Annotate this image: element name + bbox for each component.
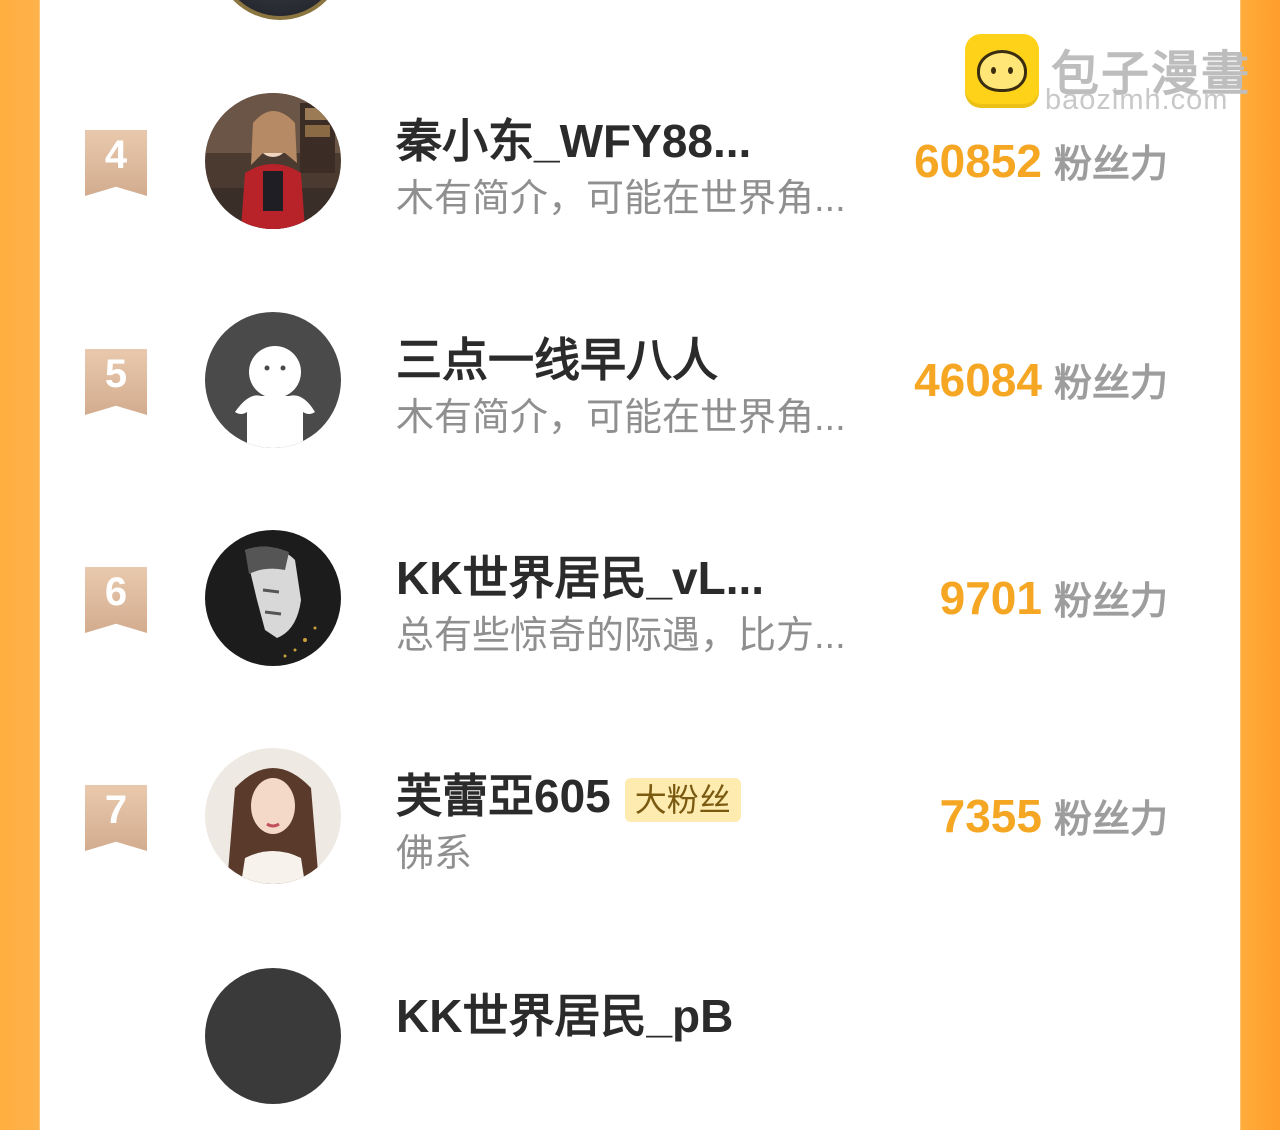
user-bio: 佛系 <box>396 833 473 875</box>
avatar-image <box>205 748 341 884</box>
fan-power-label: 粉丝力 <box>1053 144 1168 186</box>
fan-power: 60852 粉丝力 <box>914 133 1168 188</box>
fan-power-value: 7355 <box>939 790 1042 842</box>
user-name: 芙蕾亞605 大粉丝 <box>396 760 741 826</box>
default-avatar-icon <box>205 312 341 448</box>
avatar-image <box>205 530 341 666</box>
fan-power-value: 46084 <box>914 354 1042 406</box>
user-bio: 木有简介，可能在世界角... <box>396 397 846 439</box>
avatar[interactable] <box>205 748 341 884</box>
fan-power: 7355 粉丝力 <box>940 788 1168 843</box>
fan-power-value: 9701 <box>939 572 1042 624</box>
avatar[interactable] <box>205 93 341 229</box>
user-bio: 木有简介，可能在世界角... <box>396 178 846 220</box>
user-name: 秦小东_WFY88... <box>396 115 752 167</box>
rank-badge: 6 <box>85 567 147 633</box>
fan-power-label: 粉丝力 <box>1053 363 1168 405</box>
user-bio: 总有些惊奇的际遇，比方... <box>396 615 846 657</box>
avatar[interactable] <box>205 530 341 666</box>
fan-power: 46084 粉丝力 <box>914 352 1168 407</box>
rank-badge: 5 <box>85 349 147 415</box>
fan-power-label: 粉丝力 <box>1053 581 1168 623</box>
user-name: KK世界居民_pB <box>396 990 734 1042</box>
avatar[interactable] <box>205 968 341 1104</box>
avatar-image <box>205 93 341 229</box>
avatar[interactable] <box>205 312 341 448</box>
big-fan-badge: 大粉丝 <box>624 777 741 822</box>
user-name: KK世界居民_vL... <box>396 552 765 604</box>
user-name-text: 芙蕾亞605 <box>396 770 611 822</box>
rank-badge: 7 <box>85 785 147 851</box>
fan-power: 9701 粉丝力 <box>940 570 1168 625</box>
user-name: 三点一线早八人 <box>396 334 718 386</box>
list-item[interactable]: 5 三点一线早八人 木有简介，可能在世界角... 46084 粉丝力 <box>0 294 1280 474</box>
fan-power-label: 粉丝力 <box>1053 799 1168 841</box>
rank-badge: 4 <box>85 130 147 196</box>
list-item[interactable]: KK世界居民_pB <box>0 950 1280 1130</box>
list-item[interactable]: 4 秦小东_WFY88... 木有简介，可能在世界角... 60852 粉丝力 <box>0 75 1280 255</box>
fan-power-value: 60852 <box>914 135 1042 187</box>
list-item[interactable]: 7 芙蕾亞605 大粉丝 佛系 7355 粉丝力 <box>0 730 1280 910</box>
list-item[interactable]: 6 KK世界居民_vL... 总有些惊奇的际遇，比方... 9701 粉丝力 <box>0 512 1280 692</box>
